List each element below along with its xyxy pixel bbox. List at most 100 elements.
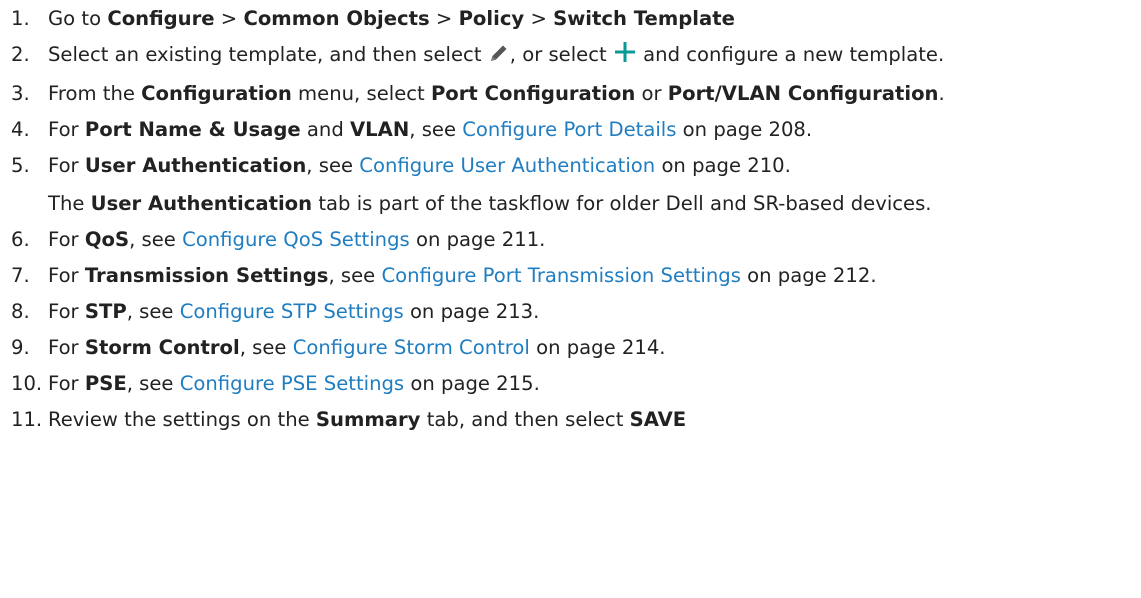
step-9: 9. For Storm Control, see Configure Stor… (0, 333, 1141, 363)
page-reference: on page 212. (740, 264, 877, 287)
summary-tab-label: Summary (315, 408, 421, 431)
step-3: 3. From the Configuration menu, select P… (0, 79, 1141, 109)
step-1: 1. Go to Configure > Common Objects > Po… (0, 4, 1141, 34)
step-5: 5. For User Authentication, see Configur… (0, 151, 1141, 219)
user-authentication-label: User Authentication (84, 154, 307, 177)
save-label: SAVE (629, 408, 687, 431)
text: , or select (509, 43, 613, 66)
text: Review the settings on the (48, 408, 316, 431)
step-number: 8. (11, 300, 30, 323)
step-number: 5. (11, 154, 30, 177)
text: , see (328, 264, 382, 287)
text: The (48, 192, 91, 215)
link-configure-qos-settings[interactable]: Configure QoS Settings (182, 228, 410, 251)
page-reference: on page 214. (529, 336, 666, 359)
step-text: From the Configuration menu, select Port… (48, 79, 1141, 109)
text: For (48, 228, 85, 251)
text: , see (126, 372, 180, 395)
port-configuration-label: Port Configuration (430, 82, 636, 105)
path-switch-template: Switch Template (553, 7, 735, 30)
path-policy: Policy (458, 7, 525, 30)
text: tab, and then select (420, 408, 630, 431)
step-text: For STP, see Configure STP Settings on p… (48, 297, 1141, 327)
step-11: 11. Review the settings on the Summary t… (0, 405, 1141, 435)
step-4: 4. For Port Name & Usage and VLAN, see C… (0, 115, 1141, 145)
text: Select an existing template, and then se… (48, 43, 488, 66)
step-number: 4. (11, 118, 30, 141)
transmission-settings-label: Transmission Settings (84, 264, 329, 287)
qos-label: QoS (84, 228, 130, 251)
page-reference: on page 210. (655, 154, 791, 177)
path-separator: > (524, 7, 554, 30)
storm-control-label: Storm Control (84, 336, 240, 359)
text: For (48, 300, 85, 323)
page-reference: on page 213. (403, 300, 540, 323)
text: Go to (48, 7, 108, 30)
step-number: 3. (11, 82, 30, 105)
text: and (300, 118, 351, 141)
step-text: For User Authentication, see Configure U… (48, 151, 1141, 219)
pse-label: PSE (84, 372, 127, 395)
text: or (635, 82, 668, 105)
steps-list: 1. Go to Configure > Common Objects > Po… (0, 4, 1141, 435)
step-text: For Transmission Settings, see Configure… (48, 261, 1141, 291)
link-configure-storm-control[interactable]: Configure Storm Control (293, 336, 530, 359)
page-reference: on page 215. (404, 372, 540, 395)
text: , see (129, 228, 183, 251)
step-number: 7. (11, 264, 30, 287)
step-text: Select an existing template, and then se… (48, 40, 1141, 73)
step-text: For Port Name & Usage and VLAN, see Conf… (48, 115, 1141, 145)
step-number: 10. (11, 372, 43, 395)
text: From the (48, 82, 142, 105)
step-text: Go to Configure > Common Objects > Polic… (48, 4, 1141, 34)
text: and configure a new template. (636, 43, 945, 66)
step-10: 10. For PSE, see Configure PSE Settings … (0, 369, 1141, 399)
link-configure-port-details[interactable]: Configure Port Details (462, 118, 676, 141)
text: , see (409, 118, 463, 141)
user-authentication-tab-label: User Authentication (90, 192, 313, 215)
path-separator: > (214, 7, 244, 30)
text: For (48, 372, 85, 395)
step-8: 8. For STP, see Configure STP Settings o… (0, 297, 1141, 327)
step-number: 11. (11, 408, 43, 431)
configuration-menu-label: Configuration (141, 82, 292, 105)
text: For (48, 118, 85, 141)
step-number: 1. (11, 7, 30, 30)
link-configure-pse-settings[interactable]: Configure PSE Settings (180, 372, 404, 395)
step-text: Review the settings on the Summary tab, … (48, 405, 1141, 435)
step-text: For Storm Control, see Configure Storm C… (48, 333, 1141, 363)
text: . (938, 82, 945, 105)
step-number: 9. (11, 336, 30, 359)
text: , see (306, 154, 360, 177)
stp-label: STP (84, 300, 127, 323)
page-reference: on page 208. (676, 118, 813, 141)
text: For (48, 154, 85, 177)
step-note: The User Authentication tab is part of t… (48, 189, 1135, 219)
text: For (48, 264, 85, 287)
text: For (48, 336, 85, 359)
step-7: 7. For Transmission Settings, see Config… (0, 261, 1141, 291)
port-name-usage-label: Port Name & Usage (84, 118, 301, 141)
pencil-edit-icon (488, 42, 510, 73)
text: , see (126, 300, 180, 323)
path-configure: Configure (107, 7, 215, 30)
procedure-document: 1. Go to Configure > Common Objects > Po… (0, 0, 1141, 435)
text: menu, select (291, 82, 431, 105)
text: , see (239, 336, 293, 359)
step-number: 2. (11, 43, 30, 66)
step-2: 2. Select an existing template, and then… (0, 40, 1141, 73)
step-6: 6. For QoS, see Configure QoS Settings o… (0, 225, 1141, 255)
vlan-label: VLAN (350, 118, 410, 141)
path-separator: > (429, 7, 459, 30)
path-common-objects: Common Objects (243, 7, 430, 30)
text: tab is part of the taskflow for older De… (312, 192, 932, 215)
port-vlan-configuration-label: Port/VLAN Configuration (667, 82, 939, 105)
step-number: 6. (11, 228, 30, 251)
plus-add-icon (613, 40, 637, 73)
link-configure-user-authentication[interactable]: Configure User Authentication (359, 154, 655, 177)
page-reference: on page 211. (409, 228, 546, 251)
step-text: For PSE, see Configure PSE Settings on p… (48, 369, 1141, 399)
link-configure-stp-settings[interactable]: Configure STP Settings (180, 300, 404, 323)
link-configure-port-transmission-settings[interactable]: Configure Port Transmission Settings (381, 264, 740, 287)
step-text: For QoS, see Configure QoS Settings on p… (48, 225, 1141, 255)
